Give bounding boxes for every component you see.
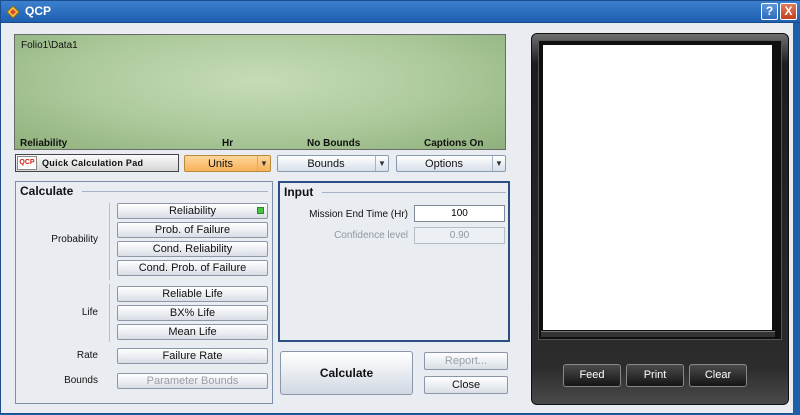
- options-menu-button[interactable]: Options ▼: [396, 155, 506, 172]
- printer-paper: [543, 45, 772, 330]
- bx-life-button[interactable]: BX% Life: [117, 305, 268, 321]
- probability-separator: [109, 203, 110, 280]
- parameter-bounds-button[interactable]: Parameter Bounds: [117, 373, 268, 389]
- failure-rate-button[interactable]: Failure Rate: [117, 348, 268, 364]
- qcp-label: Quick Calculation Pad: [42, 158, 144, 168]
- help-button[interactable]: ?: [761, 3, 778, 20]
- close-window-button[interactable]: X: [780, 3, 797, 20]
- result-display: Folio1\Data1 Reliability Hr No Bounds Ca…: [14, 34, 506, 150]
- units-menu-button[interactable]: Units ▼: [184, 155, 271, 172]
- cond-reliability-button[interactable]: Cond. Reliability: [117, 241, 268, 257]
- qcp-window: QCP ? X Folio1\Data1 Reliability Hr No B…: [0, 0, 800, 415]
- clear-button[interactable]: Clear: [689, 364, 747, 387]
- mission-end-time-label: Mission End Time (Hr): [309, 209, 408, 220]
- confidence-level-input[interactable]: 0.90: [414, 227, 505, 244]
- bounds-menu-button[interactable]: Bounds ▼: [277, 155, 389, 172]
- probability-label: Probability: [51, 234, 98, 245]
- mission-end-time-input[interactable]: 100: [414, 205, 505, 222]
- print-button[interactable]: Print: [626, 364, 684, 387]
- printer-slot: [541, 331, 775, 337]
- life-label: Life: [81, 307, 98, 318]
- feed-button[interactable]: Feed: [563, 364, 621, 387]
- quick-calculation-pad-bar: QCP Quick Calculation Pad: [15, 154, 179, 172]
- chevron-down-icon: ▼: [492, 156, 505, 171]
- units-label: Units: [207, 158, 234, 170]
- qcp-logo: QCP: [17, 156, 37, 170]
- rate-label: Rate: [76, 350, 98, 361]
- options-label: Options: [425, 158, 463, 170]
- mean-life-button[interactable]: Mean Life: [117, 324, 268, 340]
- group-divider: [322, 192, 506, 193]
- input-heading: Input: [284, 185, 314, 199]
- calculate-heading: Calculate: [20, 184, 74, 198]
- display-captions: Captions On: [424, 138, 484, 149]
- close-button[interactable]: Close: [424, 376, 508, 394]
- confidence-level-label: Confidence level: [334, 230, 408, 241]
- title-bar[interactable]: QCP ? X: [1, 1, 800, 23]
- window-edge: [793, 23, 800, 415]
- chevron-down-icon: ▼: [257, 156, 270, 171]
- bounds-label: Bounds: [307, 158, 345, 170]
- display-units: Hr: [222, 138, 234, 149]
- display-metric: Reliability: [20, 138, 68, 149]
- cond-prob-of-failure-button[interactable]: Cond. Prob. of Failure: [117, 260, 268, 276]
- group-divider: [82, 191, 268, 192]
- calculate-button[interactable]: Calculate: [280, 351, 413, 395]
- report-button[interactable]: Report...: [424, 352, 508, 370]
- display-bounds: No Bounds: [307, 138, 361, 149]
- window-title: QCP: [25, 4, 52, 18]
- app-icon: [6, 5, 20, 19]
- display-path: Folio1\Data1: [21, 40, 78, 51]
- life-separator: [109, 284, 110, 342]
- reliable-life-button[interactable]: Reliable Life: [117, 286, 268, 302]
- chevron-down-icon: ▼: [375, 156, 388, 171]
- bounds-row-label: Bounds: [64, 375, 98, 386]
